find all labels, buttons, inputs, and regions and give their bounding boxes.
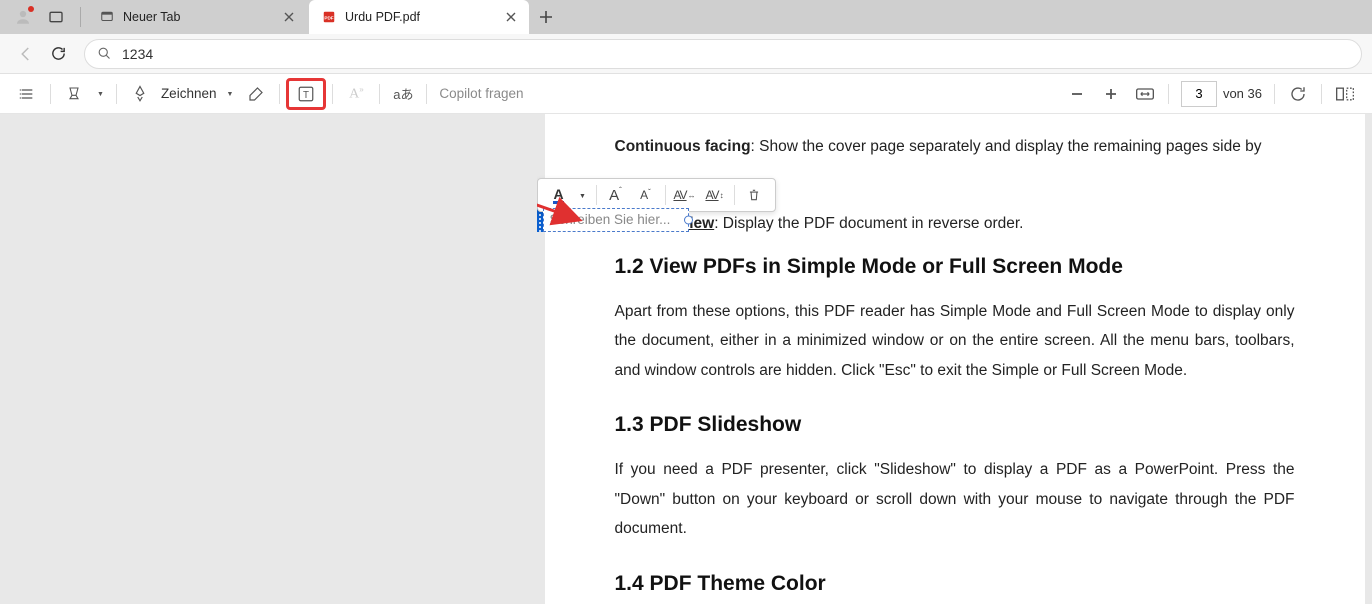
text-color-button[interactable]: A [544,182,574,208]
draw-label: Zeichnen [161,86,217,101]
notification-dot-icon [28,6,34,12]
pdf-page[interactable]: Continuous facing: Show the cover page s… [545,114,1365,604]
page-view-button[interactable] [1330,79,1360,109]
side-gutter[interactable] [0,114,537,604]
separator [1168,84,1169,104]
paragraph: Reverse View: Display the PDF document i… [615,209,1295,238]
fit-width-button[interactable] [1130,79,1160,109]
url-input[interactable] [122,46,1349,62]
copilot-button[interactable]: Copilot fragen [439,86,523,101]
pdf-toolbar: ▼ Zeichnen ▼ T A» aあ Copilot fragen von … [0,74,1372,114]
separator [116,84,117,104]
divider [80,7,81,27]
pdf-favicon-icon: PDF [321,9,337,25]
tab-overview-button[interactable] [48,9,64,25]
tab-title: Neuer Tab [123,10,275,24]
separator [426,84,427,104]
newtab-favicon-icon [99,9,115,25]
text-color-dropdown[interactable]: ▼ [574,182,592,208]
heading-1-2: 1.2 View PDFs in Simple Mode or Full Scr… [615,255,1295,279]
erase-button[interactable] [241,79,271,109]
tab-title: Urdu PDF.pdf [345,10,497,24]
search-icon [97,46,112,61]
zoom-out-button[interactable] [1062,79,1092,109]
draw-dropdown[interactable]: ▼ [222,79,237,109]
separator [332,84,333,104]
separator [734,185,735,205]
svg-text:PDF: PDF [324,15,333,20]
highlight-button[interactable] [59,79,89,109]
paragraph: If you need a PDF presenter, click "Slid… [615,455,1295,543]
separator [50,84,51,104]
annotation-layer: A ▼ Aˆ Aˇ AV↔ AV↕ S [537,208,689,232]
draw-tool-group[interactable]: Zeichnen ▼ [123,79,239,109]
paragraph: Apart from these options, this PDF reade… [615,297,1295,385]
address-bar-row [0,34,1372,74]
separator [665,185,666,205]
text-annotation-placeholder: Schreiben Sie hier... [550,212,671,227]
page-total-label: von 36 [1223,86,1262,101]
account-icon[interactable] [14,8,32,26]
text-annotation-toolbar: A ▼ Aˆ Aˇ AV↔ AV↕ [537,178,776,212]
separator [379,84,380,104]
increase-font-button[interactable]: Aˆ [601,182,631,208]
text-color-icon: A [553,187,563,204]
add-text-button[interactable]: T [286,78,326,110]
back-button[interactable] [10,38,42,70]
separator [279,84,280,104]
heading-1-3: 1.3 PDF Slideshow [615,413,1295,437]
resize-handle[interactable] [684,216,693,225]
new-tab-button[interactable] [531,2,561,32]
bold-text: Continuous facing [615,138,751,155]
contents-toggle-button[interactable] [12,79,42,109]
text-annotation-field[interactable]: Schreiben Sie hier... [543,208,690,232]
url-box[interactable] [84,39,1362,69]
page-input[interactable] [1181,81,1217,107]
read-aloud-button[interactable]: A» [341,79,371,109]
decrease-font-button[interactable]: Aˇ [631,182,661,208]
tab-pdf[interactable]: PDF Urdu PDF.pdf [309,0,529,34]
chevron-down-icon: ▼ [226,91,233,98]
tab-close-button[interactable] [503,9,519,25]
separator [1321,84,1322,104]
paragraph: Continuous facing: Show the cover page s… [615,114,1295,161]
draw-icon [125,79,155,109]
highlight-dropdown[interactable]: ▼ [93,79,108,109]
translate-button[interactable]: aあ [388,79,418,109]
browser-titlebar: Neuer Tab PDF Urdu PDF.pdf [0,0,1372,34]
separator [1274,84,1275,104]
chevron-down-icon: ▼ [97,91,104,98]
tab-neuer-tab[interactable]: Neuer Tab [87,0,307,34]
chevron-down-icon: ▼ [579,193,586,200]
delete-annotation-button[interactable] [739,182,769,208]
increase-spacing-button[interactable]: AV↔ [670,182,700,208]
text-annotation-box[interactable]: Schreiben Sie hier... [537,208,689,232]
tab-close-button[interactable] [281,9,297,25]
text: : Show the cover page separately and dis… [751,138,1262,155]
decrease-spacing-button[interactable]: AV↕ [700,182,730,208]
separator [596,185,597,205]
zoom-in-button[interactable] [1096,79,1126,109]
svg-text:T: T [303,89,309,100]
rotate-button[interactable] [1283,79,1313,109]
document-pane[interactable]: Continuous facing: Show the cover page s… [537,114,1372,604]
text: : Display the PDF document in reverse or… [714,215,1023,232]
refresh-button[interactable] [42,38,74,70]
heading-1-4: 1.4 PDF Theme Color [615,572,1295,596]
workspace: Continuous facing: Show the cover page s… [0,114,1372,604]
